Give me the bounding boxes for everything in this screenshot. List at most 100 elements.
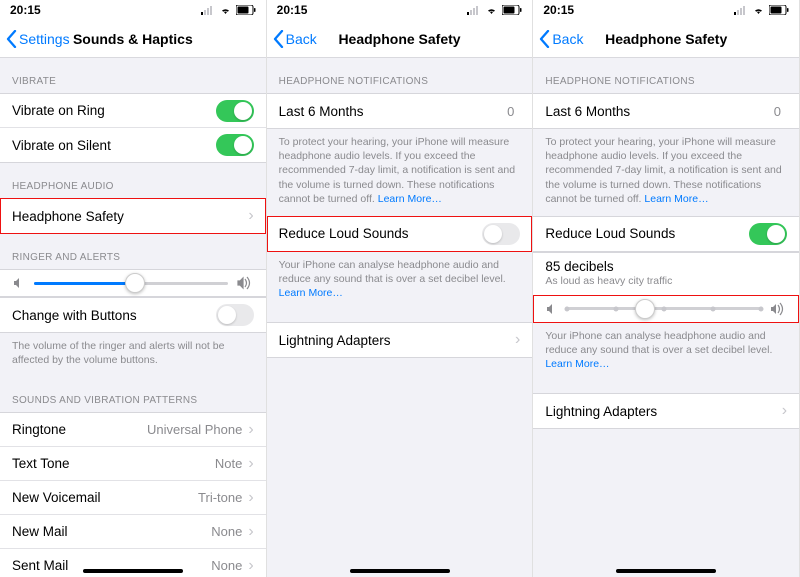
wifi-icon bbox=[485, 6, 498, 15]
label: Lightning Adapters bbox=[545, 404, 781, 419]
row-new-voicemail[interactable]: New VoicemailTri-tone › bbox=[0, 481, 266, 515]
battery-icon bbox=[236, 5, 256, 15]
home-indicator[interactable] bbox=[83, 569, 183, 573]
volume-low-icon bbox=[12, 276, 26, 290]
screen-headphone-safety-off: 20:15 Back Headphone Safety HEADPHONE NO… bbox=[267, 0, 534, 577]
notifications-note: To protect your hearing, your iPhone wil… bbox=[267, 129, 533, 216]
section-ringer-alerts: RINGER AND ALERTS bbox=[0, 234, 266, 269]
label: Last 6 Months bbox=[279, 104, 507, 119]
toggle-change-buttons[interactable] bbox=[216, 304, 254, 326]
section-vibrate: VIBRATE bbox=[0, 58, 266, 93]
value: Note bbox=[215, 456, 242, 471]
label: Last 6 Months bbox=[545, 104, 773, 119]
label: Vibrate on Silent bbox=[12, 138, 216, 153]
status-time: 20:15 bbox=[543, 3, 574, 17]
row-lightning-adapters[interactable]: Lightning Adapters › bbox=[533, 394, 799, 428]
back-label: Back bbox=[286, 31, 317, 47]
wifi-icon bbox=[752, 6, 765, 15]
back-button[interactable]: Back bbox=[267, 30, 317, 48]
status-icons bbox=[201, 5, 256, 15]
home-indicator[interactable] bbox=[350, 569, 450, 573]
signal-icon bbox=[467, 6, 481, 15]
learn-more-link[interactable]: Learn More… bbox=[644, 193, 708, 205]
back-button[interactable]: Settings bbox=[0, 30, 70, 48]
status-bar: 20:15 bbox=[0, 0, 266, 20]
signal-icon bbox=[734, 6, 748, 15]
value: Universal Phone bbox=[147, 422, 242, 437]
row-new-mail[interactable]: New MailNone› bbox=[0, 515, 266, 549]
nav-bar: Back Headphone Safety bbox=[267, 20, 533, 58]
section-headphone-notifications: HEADPHONE NOTIFICATIONS bbox=[267, 58, 533, 93]
battery-icon bbox=[502, 5, 522, 15]
chevron-right-icon: › bbox=[248, 207, 253, 225]
row-change-with-buttons[interactable]: Change with Buttons bbox=[0, 298, 266, 332]
decibel-readout: 85 decibels As loud as heavy city traffi… bbox=[533, 252, 799, 295]
row-headphone-safety[interactable]: Headphone Safety › bbox=[0, 199, 266, 233]
toggle-reduce-loud[interactable] bbox=[482, 223, 520, 245]
decibel-slider[interactable] bbox=[533, 295, 799, 323]
chevron-right-icon: › bbox=[782, 402, 787, 420]
reduce-note: Your iPhone can analyse headphone audio … bbox=[533, 323, 799, 382]
label: Lightning Adapters bbox=[279, 333, 515, 348]
decibel-value: 85 decibels bbox=[545, 259, 787, 274]
label: Reduce Loud Sounds bbox=[279, 226, 483, 241]
wifi-icon bbox=[219, 6, 232, 15]
row-text-tone[interactable]: Text ToneNote › bbox=[0, 447, 266, 481]
battery-icon bbox=[769, 5, 789, 15]
chevron-right-icon: › bbox=[248, 455, 253, 473]
chevron-left-icon bbox=[6, 30, 17, 48]
chevron-right-icon: › bbox=[248, 489, 253, 507]
ringer-volume-slider[interactable] bbox=[0, 269, 266, 297]
value: 0 bbox=[507, 104, 514, 119]
learn-more-link[interactable]: Learn More… bbox=[545, 358, 609, 370]
content: HEADPHONE NOTIFICATIONS Last 6 Months 0 … bbox=[267, 58, 533, 577]
section-headphone-notifications: HEADPHONE NOTIFICATIONS bbox=[533, 58, 799, 93]
label: Ringtone bbox=[12, 422, 147, 437]
back-label: Settings bbox=[19, 31, 70, 47]
label: Headphone Safety bbox=[12, 209, 248, 224]
status-time: 20:15 bbox=[277, 3, 308, 17]
chevron-left-icon bbox=[539, 30, 550, 48]
row-vibrate-silent[interactable]: Vibrate on Silent bbox=[0, 128, 266, 162]
home-indicator[interactable] bbox=[616, 569, 716, 573]
row-reduce-loud-sounds[interactable]: Reduce Loud Sounds bbox=[533, 217, 799, 251]
status-bar: 20:15 bbox=[533, 0, 799, 20]
chevron-right-icon: › bbox=[515, 331, 520, 349]
value: None bbox=[211, 558, 242, 573]
signal-icon bbox=[201, 6, 215, 15]
row-vibrate-ring[interactable]: Vibrate on Ring bbox=[0, 94, 266, 128]
section-headphone-audio: HEADPHONE AUDIO bbox=[0, 163, 266, 198]
label: Vibrate on Ring bbox=[12, 103, 216, 118]
row-last-6-months[interactable]: Last 6 Months 0 bbox=[533, 94, 799, 128]
toggle-vibrate-ring[interactable] bbox=[216, 100, 254, 122]
chevron-left-icon bbox=[273, 30, 284, 48]
content: VIBRATE Vibrate on Ring Vibrate on Silen… bbox=[0, 58, 266, 577]
row-ringtone[interactable]: RingtoneUniversal Phone› bbox=[0, 413, 266, 447]
status-bar: 20:15 bbox=[267, 0, 533, 20]
section-sounds-patterns: SOUNDS AND VIBRATION PATTERNS bbox=[0, 377, 266, 412]
row-reduce-loud-sounds[interactable]: Reduce Loud Sounds bbox=[267, 217, 533, 251]
back-label: Back bbox=[552, 31, 583, 47]
label: New Mail bbox=[12, 524, 211, 539]
row-last-6-months[interactable]: Last 6 Months 0 bbox=[267, 94, 533, 128]
decibel-description: As loud as heavy city traffic bbox=[545, 275, 787, 287]
label: Reduce Loud Sounds bbox=[545, 226, 749, 241]
reduce-note: Your iPhone can analyse headphone audio … bbox=[267, 252, 533, 311]
status-icons bbox=[467, 5, 522, 15]
row-lightning-adapters[interactable]: Lightning Adapters › bbox=[267, 323, 533, 357]
label: Text Tone bbox=[12, 456, 215, 471]
value: Tri-tone bbox=[198, 490, 242, 505]
label: New Voicemail bbox=[12, 490, 198, 505]
notifications-note: To protect your hearing, your iPhone wil… bbox=[533, 129, 799, 216]
content: HEADPHONE NOTIFICATIONS Last 6 Months 0 … bbox=[533, 58, 799, 577]
volume-low-icon bbox=[545, 302, 559, 316]
status-time: 20:15 bbox=[10, 3, 41, 17]
back-button[interactable]: Back bbox=[533, 30, 583, 48]
learn-more-link[interactable]: Learn More… bbox=[378, 193, 442, 205]
toggle-vibrate-silent[interactable] bbox=[216, 134, 254, 156]
learn-more-link[interactable]: Learn More… bbox=[279, 287, 343, 299]
screen-headphone-safety-on: 20:15 Back Headphone Safety HEADPHONE NO… bbox=[533, 0, 800, 577]
nav-bar: Back Headphone Safety bbox=[533, 20, 799, 58]
change-buttons-note: The volume of the ringer and alerts will… bbox=[0, 333, 266, 377]
toggle-reduce-loud[interactable] bbox=[749, 223, 787, 245]
